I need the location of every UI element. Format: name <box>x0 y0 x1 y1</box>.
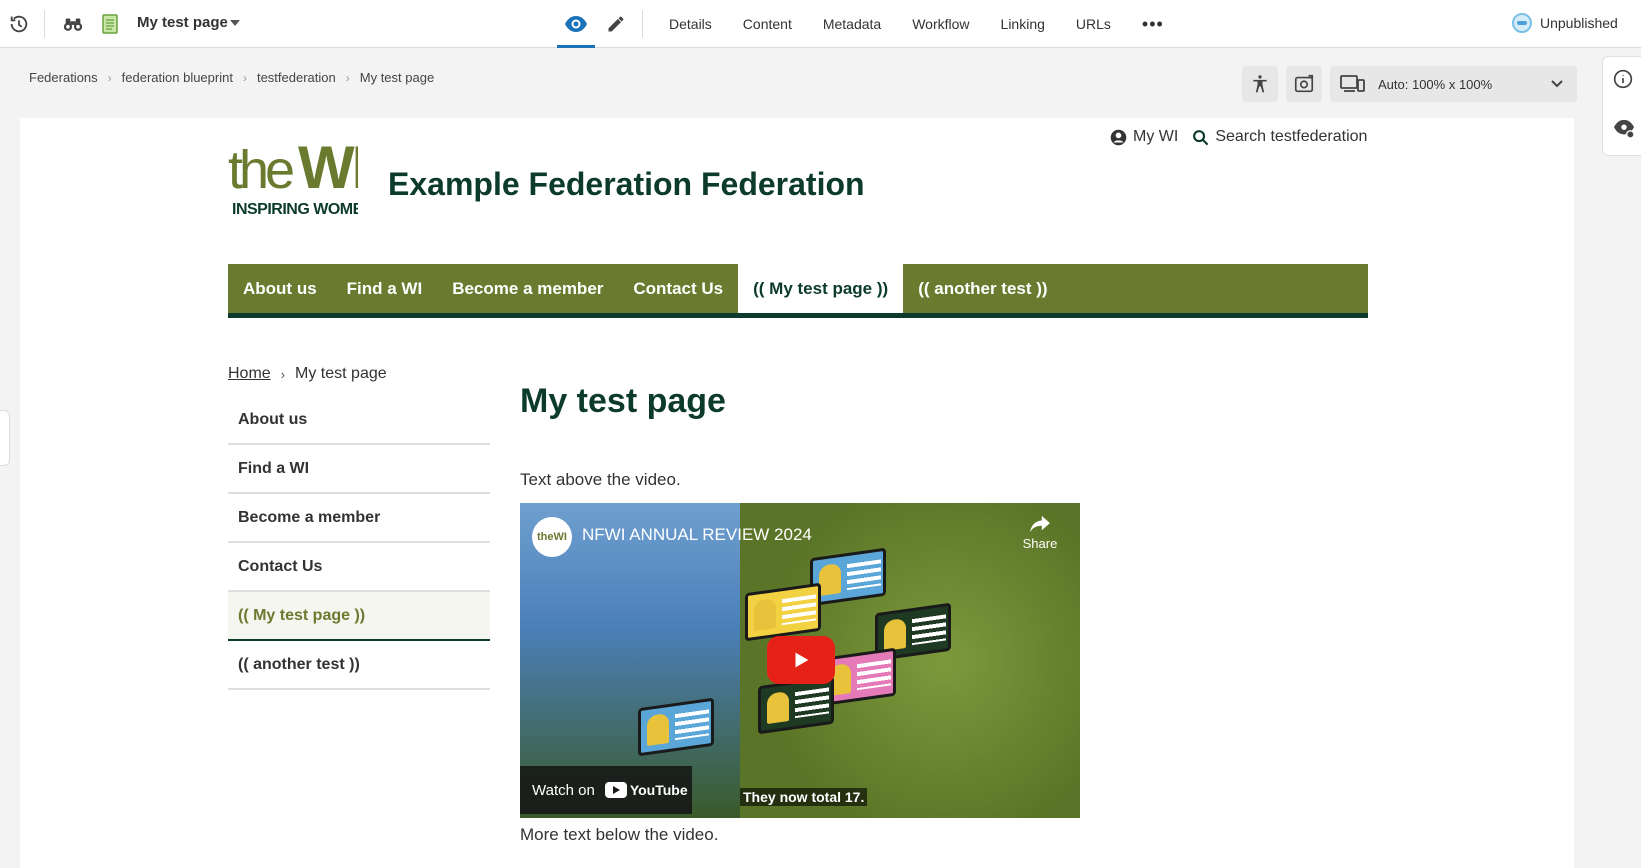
zoom-select[interactable]: Auto: 100% x 100% <box>1330 66 1577 102</box>
utility-links: My WI Search testfederation <box>1110 128 1381 146</box>
search-icon <box>1193 129 1209 145</box>
share-icon <box>1030 515 1050 533</box>
status-label: Unpublished <box>1540 15 1618 31</box>
main-navigation: About us Find a WI Become a member Conta… <box>228 264 1368 318</box>
watch-on-label: Watch on <box>532 781 595 799</box>
accessibility-icon <box>1253 75 1267 93</box>
more-tabs-button[interactable]: ••• <box>1142 14 1164 35</box>
youtube-embed[interactable]: theWI NFWI ANNUAL REVIEW 2024 Share They… <box>520 503 1080 818</box>
chevron-down-icon[interactable] <box>230 20 240 26</box>
nav-item-about-us[interactable]: About us <box>228 264 332 313</box>
site-title: Example Federation Federation <box>388 166 865 202</box>
nav-item-become-a-member[interactable]: Become a member <box>437 264 618 313</box>
side-nav-contact-us[interactable]: Contact Us <box>228 543 490 592</box>
nav-item-my-test-page[interactable]: (( My test page )) <box>738 264 904 313</box>
share-label: Share <box>1022 536 1058 551</box>
chevron-down-icon <box>1551 80 1563 88</box>
page-heading: My test page <box>520 382 726 420</box>
side-nav-find-a-wi[interactable]: Find a WI <box>228 445 490 494</box>
nav-item-find-a-wi[interactable]: Find a WI <box>332 264 438 313</box>
devices-icon <box>1340 75 1365 92</box>
left-panel-toggle[interactable] <box>0 410 10 466</box>
breadcrumb-item[interactable]: testfederation <box>257 70 336 85</box>
nav-item-contact-us[interactable]: Contact Us <box>618 264 738 313</box>
youtube-logo: YouTube <box>604 782 688 798</box>
nav-item-another-test[interactable]: (( another test )) <box>903 264 1062 313</box>
chevron-right-icon: › <box>345 70 350 85</box>
tab-content[interactable]: Content <box>743 16 792 32</box>
breadcrumb-item[interactable]: Federations <box>29 70 98 85</box>
page-preview: the WI INSPIRING WOMEN Example Federatio… <box>20 118 1574 868</box>
video-caption: They now total 17. <box>740 788 868 806</box>
editor-tabs: Details Content Metadata Workflow Linkin… <box>669 0 1164 48</box>
body-text: Text above the video. <box>520 470 681 489</box>
history-icon[interactable] <box>7 12 31 36</box>
tab-details[interactable]: Details <box>669 16 712 32</box>
side-navigation: About us Find a WI Become a member Conta… <box>228 396 490 690</box>
site-search-link[interactable]: Search testfederation <box>1192 128 1367 146</box>
tab-workflow[interactable]: Workflow <box>912 16 969 32</box>
zoom-label: Auto: 100% x 100% <box>1378 76 1493 92</box>
chevron-right-icon: › <box>242 70 247 85</box>
side-nav-about-us[interactable]: About us <box>228 396 490 445</box>
side-nav-become-a-member[interactable]: Become a member <box>228 494 490 543</box>
binoculars-icon[interactable] <box>61 12 85 36</box>
my-wi-link[interactable]: My WI <box>1110 128 1178 146</box>
active-view-indicator <box>557 45 595 48</box>
watch-on-youtube-button[interactable]: Watch on YouTube <box>520 766 692 814</box>
chevron-right-icon: › <box>280 366 286 382</box>
breadcrumb-current: My test page <box>359 70 435 85</box>
play-button[interactable] <box>767 636 835 684</box>
youtube-play-icon <box>604 782 627 798</box>
breadcrumb-current: My test page <box>295 365 387 382</box>
editor-toolbar: My test page Details Content Metadata Wo… <box>0 0 1641 48</box>
wi-logo: the WI INSPIRING WOMEN <box>228 134 358 218</box>
eye-settings-icon[interactable] <box>1613 119 1635 139</box>
side-nav-another-test[interactable]: (( another test )) <box>228 641 490 690</box>
main-content: My test page Text above the video. theWI… <box>520 378 1120 844</box>
page-document-icon <box>98 12 122 36</box>
svg-text:WI: WI <box>298 134 358 201</box>
youtube-brand-label: YouTube <box>629 782 688 798</box>
side-nav-my-test-page[interactable]: (( My test page )) <box>228 592 490 641</box>
svg-text:INSPIRING WOMEN: INSPIRING WOMEN <box>232 201 358 218</box>
page-name-dropdown[interactable]: My test page <box>137 14 228 31</box>
share-button[interactable]: Share <box>1015 515 1065 551</box>
my-wi-label: My WI <box>1133 128 1179 145</box>
tab-metadata[interactable]: Metadata <box>823 16 881 32</box>
body-text: More text below the video. <box>520 825 719 844</box>
info-icon[interactable] <box>1613 69 1633 89</box>
tab-linking[interactable]: Linking <box>1001 16 1045 32</box>
chevron-right-icon: › <box>107 70 112 85</box>
publish-status[interactable]: Unpublished <box>1512 13 1618 33</box>
user-icon <box>1110 129 1127 145</box>
play-icon <box>795 652 809 668</box>
channel-avatar[interactable]: theWI <box>532 517 572 557</box>
edit-pencil-icon[interactable] <box>604 12 628 36</box>
video-title[interactable]: NFWI ANNUAL REVIEW 2024 <box>582 525 812 545</box>
site-search-label: Search testfederation <box>1215 128 1368 145</box>
right-panel-rail <box>1602 56 1641 156</box>
breadcrumb-home-link[interactable]: Home <box>228 365 271 383</box>
toolbar-divider <box>44 10 45 38</box>
breadcrumb-item[interactable]: federation blueprint <box>122 70 233 85</box>
tab-urls[interactable]: URLs <box>1076 16 1111 32</box>
status-icon <box>1512 13 1532 33</box>
screenshot-button[interactable] <box>1286 66 1322 102</box>
svg-text:the: the <box>228 140 293 200</box>
preview-eye-icon[interactable] <box>564 12 588 36</box>
toolbar-divider <box>642 10 643 38</box>
accessibility-button[interactable] <box>1242 66 1278 102</box>
editor-breadcrumb: Federations › federation blueprint › tes… <box>29 70 434 85</box>
camera-view-icon <box>1294 74 1314 93</box>
page-breadcrumb: Home › My test page <box>228 365 387 383</box>
